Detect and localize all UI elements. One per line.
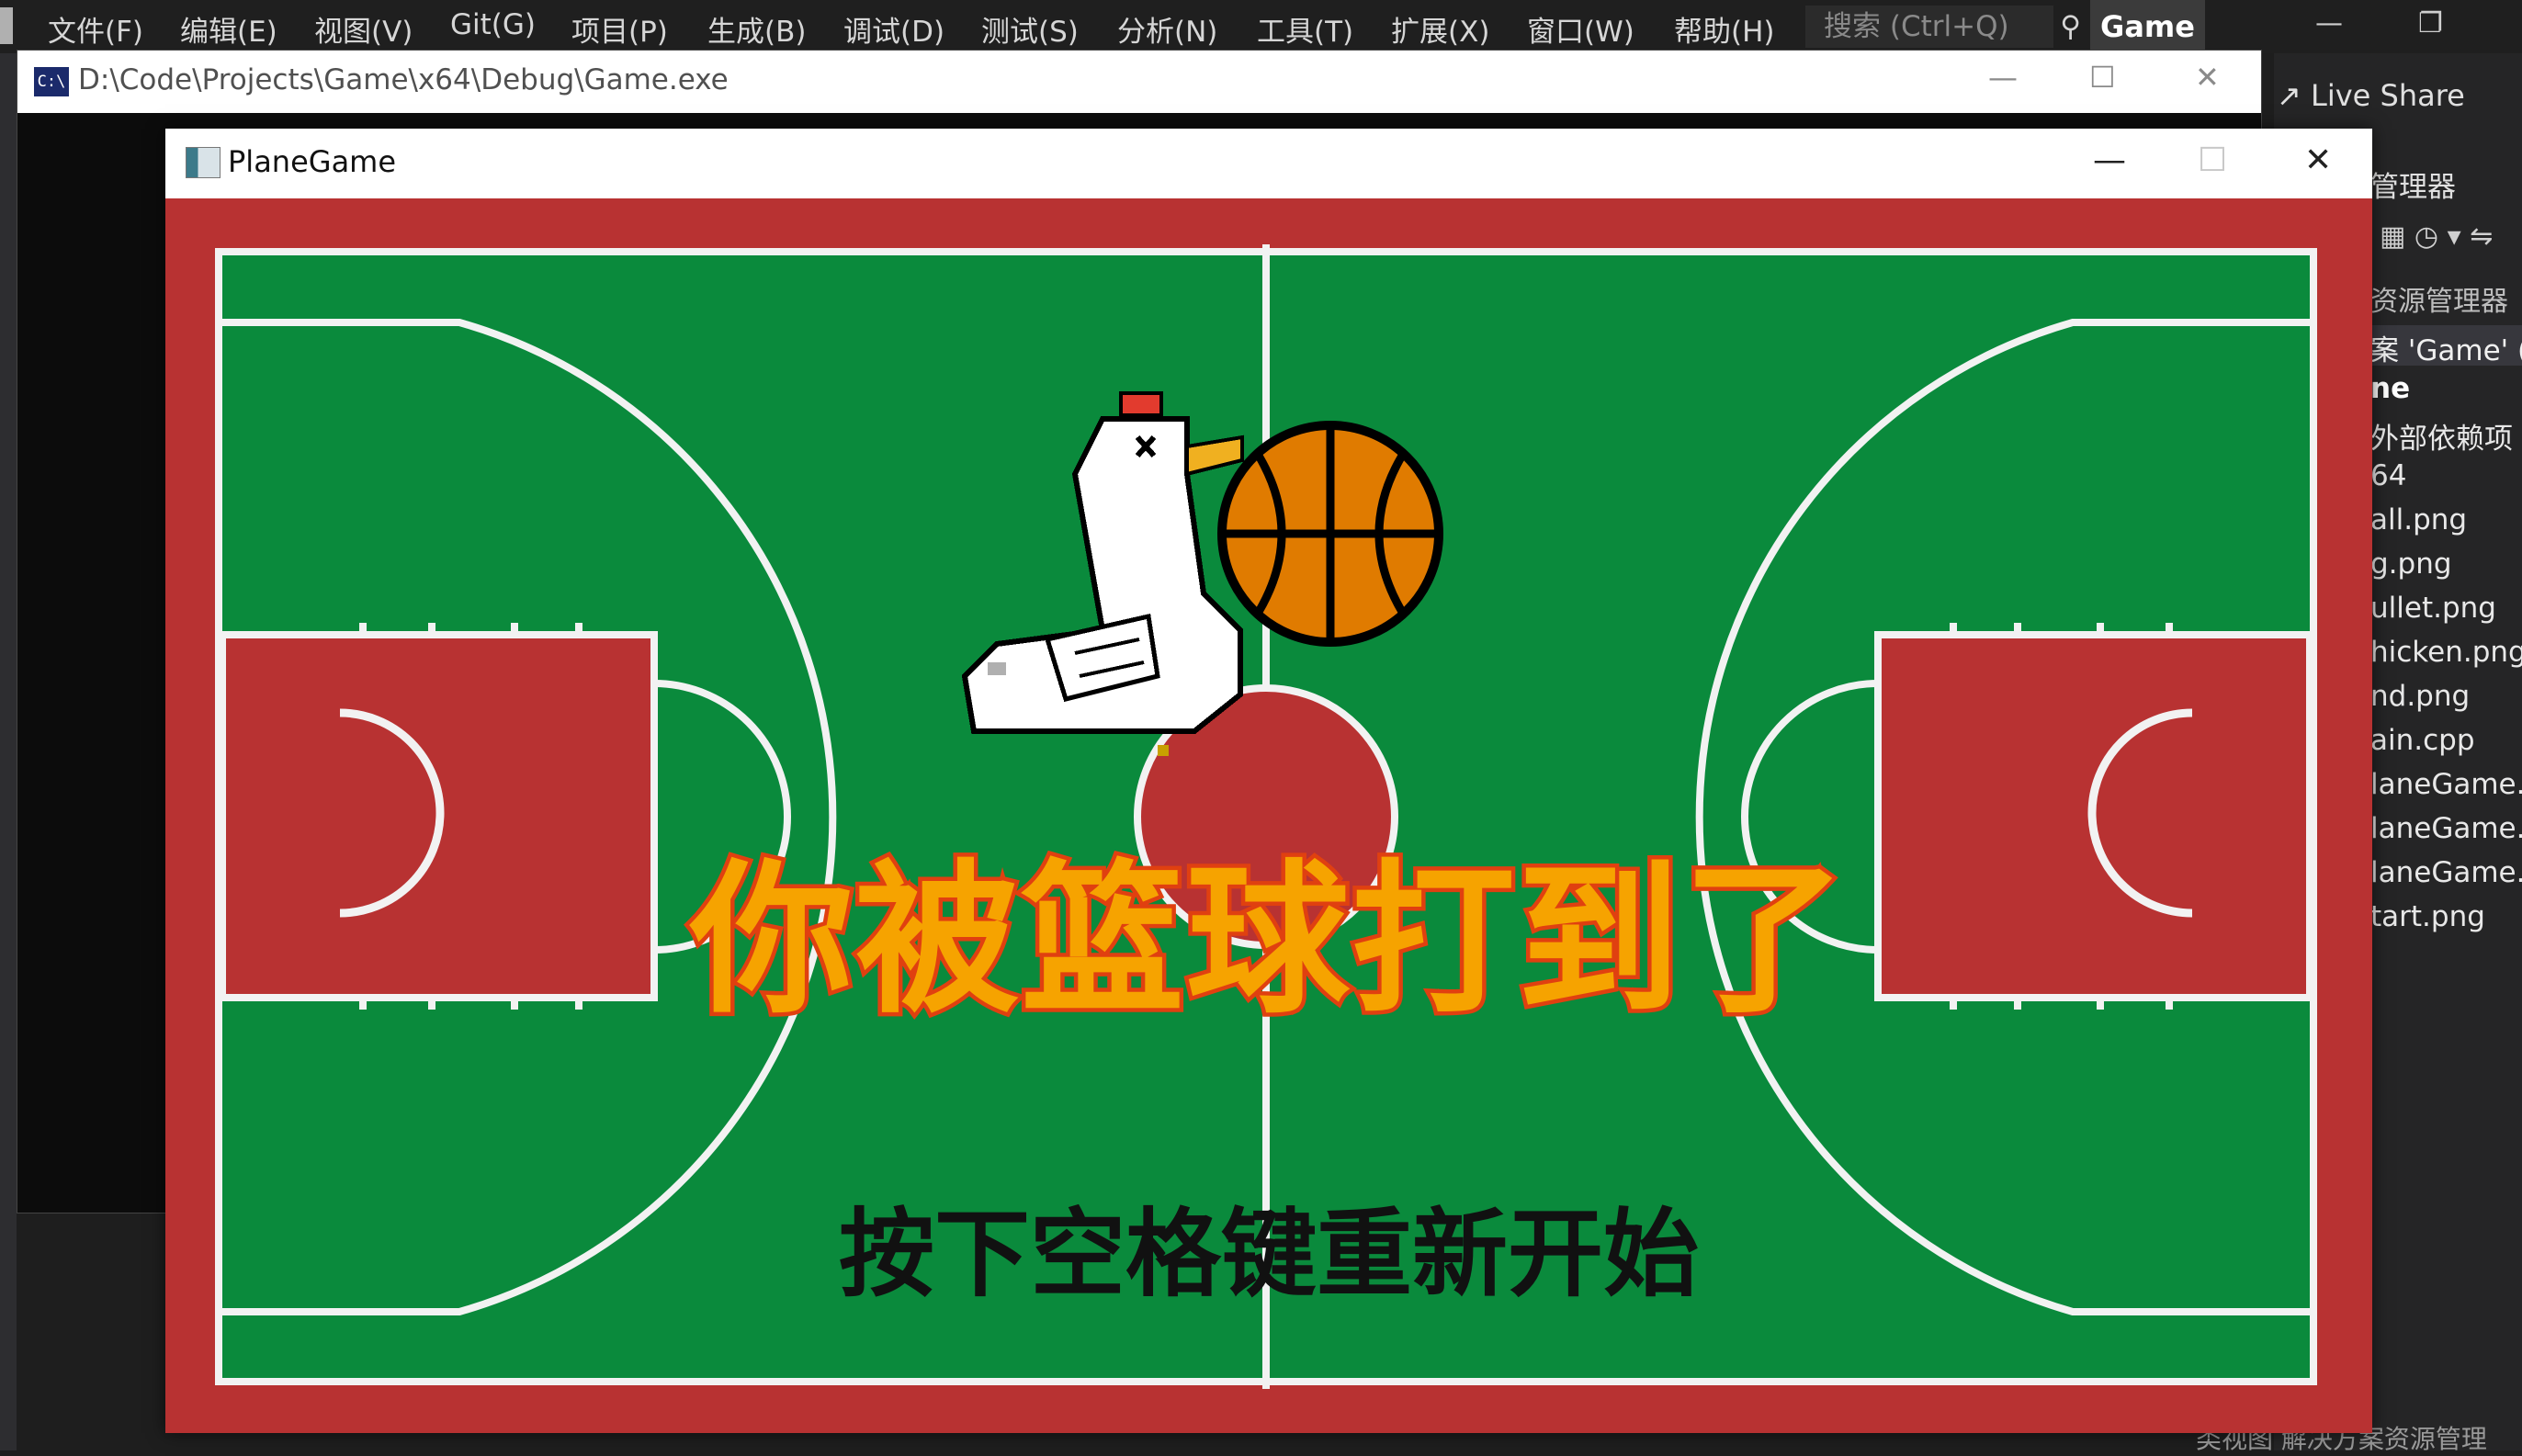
ide-minimize-icon[interactable]: — [2315,7,2343,40]
console-minimize-icon[interactable]: — [1988,60,2018,95]
menu-git[interactable]: Git(G) [450,8,536,41]
ide-restore-icon[interactable]: ❐ [2418,7,2443,40]
tree-item-file[interactable]: ullet.png [2370,592,2496,625]
console-window-title: D:\Code\Projects\Game\x64\Debug\Game.exe [78,63,729,96]
menu-project[interactable]: 项目(P) [571,8,668,50]
menu-debug[interactable]: 调试(D) [843,8,944,50]
console-maximize-icon[interactable]: ☐ [2089,60,2116,95]
game-app-icon [186,147,221,178]
tree-item-file[interactable]: tart.png [2370,900,2485,933]
menu-test[interactable]: 测试(S) [981,8,1079,50]
tree-item-dependencies[interactable]: 外部依赖项 [2370,415,2513,457]
game-close-icon[interactable]: ✕ [2304,141,2332,179]
tree-item-file[interactable]: laneGame.h [2370,812,2522,845]
tree-item-file[interactable]: hicken.png [2370,636,2522,669]
solution-name-badge: Game [2090,0,2205,53]
menu-file[interactable]: 文件(F) [48,8,143,50]
tree-item-file[interactable]: nd.png [2370,680,2470,713]
basketball-sprite [1217,421,1443,647]
tree-item-file[interactable]: ain.cpp [2370,724,2475,757]
panel-subtitle: 资源管理器 [2370,286,2508,318]
menu-view[interactable]: 视图(V) [314,8,413,50]
console-titlebar[interactable]: C:\ D:\Code\Projects\Game\x64\Debug\Game… [17,51,2261,113]
game-maximize-icon: ☐ [2198,141,2228,179]
console-close-icon[interactable]: ✕ [2195,60,2220,95]
game-minimize-icon[interactable]: — [2093,141,2126,179]
tree-item-x64[interactable]: 64 [2370,459,2406,492]
live-share-button[interactable]: ↗ Live Share [2277,78,2465,113]
restart-prompt: 按下空格键重新开始 [838,1198,1699,1310]
console-app-icon: C:\ [34,67,69,96]
live-share-label: Live Share [2310,78,2465,113]
menu-edit[interactable]: 编辑(E) [180,8,277,50]
ide-logo-icon[interactable] [0,7,13,44]
share-icon: ↗ [2277,78,2301,113]
project-node[interactable]: ne [2370,372,2410,405]
tree-item-file[interactable]: laneGame.c [2370,768,2522,801]
search-placeholder: 搜索 (Ctrl+Q) [1824,10,2009,43]
search-icon: ⚲ [2060,10,2081,43]
tree-item-file[interactable]: g.png [2370,547,2452,581]
game-titlebar[interactable]: PlaneGame — ☐ ✕ [165,129,2372,198]
menu-analyze[interactable]: 分析(N) [1117,8,1217,50]
game-over-headline: 你被篮球打到了 [686,841,1850,1040]
ide-left-toolstrip [0,53,17,1450]
game-window-title: PlaneGame [228,144,397,179]
menu-help[interactable]: 帮助(H) [1674,8,1775,50]
solution-node[interactable]: 案 'Game' (1 [2370,327,2522,368]
panel-toolbar-icons[interactable]: ▦ ◷ ▾ ⇋ [2380,220,2493,253]
menu-extensions[interactable]: 扩展(X) [1391,8,1489,50]
tree-item-file[interactable]: laneGame.l [2370,856,2522,889]
menu-tools[interactable]: 工具(T) [1257,8,1353,50]
menu-build[interactable]: 生成(B) [707,8,806,50]
menu-window[interactable]: 窗口(W) [1527,8,1634,50]
panel-title: 管理器 [2370,171,2456,204]
game-window: PlaneGame — ☐ ✕ 你被篮球打到了 按下空格键重新开始 [165,129,2372,1433]
tree-item-file[interactable]: all.png [2370,503,2467,536]
ide-search-box[interactable]: 搜索 (Ctrl+Q) ⚲ [1805,6,2081,48]
